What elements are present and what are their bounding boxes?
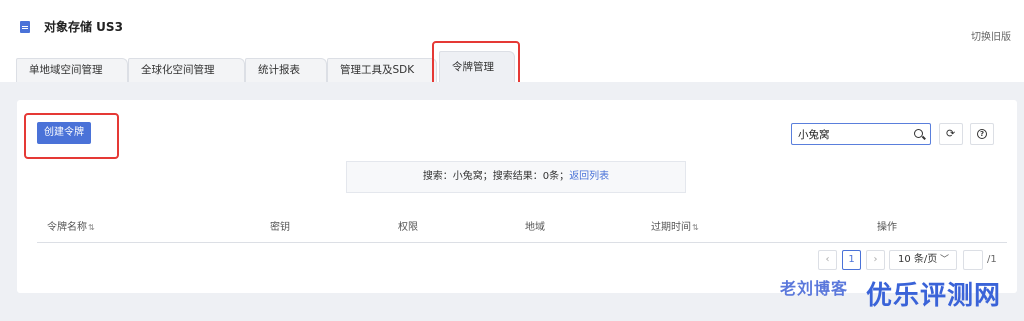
page-1-button[interactable]: 1 — [842, 250, 861, 270]
column-label: 令牌名称 — [47, 222, 87, 233]
search-input[interactable] — [798, 126, 908, 142]
table-header: 令牌名称⇅ 密钥 权限 地域 过期时间⇅ 操作 — [37, 212, 1007, 243]
refresh-icon: ⟳ — [946, 127, 956, 140]
search-result-text: 搜索：小兔窝；搜索结果：0条； — [422, 171, 570, 182]
tab-label: 管理工具及SDK — [340, 64, 415, 76]
highlight-box-tab — [432, 41, 520, 86]
column-header-key: 密钥 — [270, 222, 290, 233]
sort-icon[interactable]: ⇅ — [88, 223, 95, 232]
help-icon: ? — [977, 129, 987, 139]
tab-global[interactable]: 全球化空间管理 — [128, 58, 245, 82]
back-to-list-link[interactable]: 返回列表 — [569, 171, 609, 182]
tab-single-region[interactable]: 单地域空间管理 — [16, 58, 128, 82]
help-button[interactable]: ? — [970, 123, 994, 145]
column-label: 过期时间 — [651, 222, 691, 233]
watermark-right: 优乐评测网 — [866, 281, 1002, 311]
refresh-button[interactable]: ⟳ — [939, 123, 963, 145]
column-header-actions: 操作 — [877, 222, 897, 233]
chevron-down-icon: ﹀ — [939, 255, 949, 265]
tab-label: 统计报表 — [258, 64, 300, 76]
column-header-region: 地域 — [525, 222, 545, 233]
tab-tools-sdk[interactable]: 管理工具及SDK — [327, 58, 437, 82]
column-header-permission: 权限 — [398, 222, 418, 233]
tab-label: 全球化空间管理 — [141, 64, 215, 76]
watermark-left: 老刘博客 — [780, 279, 849, 298]
search-result-notice: 搜索：小兔窝；搜索结果：0条；返回列表 — [346, 161, 686, 193]
search-box[interactable] — [791, 123, 931, 145]
switch-old-version-link[interactable]: 切换旧版 — [971, 28, 1011, 43]
sort-icon[interactable]: ⇅ — [692, 223, 699, 232]
column-header-name[interactable]: 令牌名称⇅ — [47, 218, 95, 233]
next-page-button[interactable]: › — [866, 250, 885, 270]
search-icon[interactable] — [914, 129, 923, 138]
page-size-value: 10 条/页 — [898, 254, 938, 265]
prev-page-button[interactable]: ‹ — [818, 250, 837, 270]
page-total: /1 — [987, 254, 997, 265]
tab-label: 单地域空间管理 — [29, 64, 103, 76]
page-jump-input[interactable] — [963, 250, 983, 270]
column-header-expiry[interactable]: 过期时间⇅ — [651, 218, 699, 233]
app-title: 对象存储 US3 — [44, 20, 123, 34]
document-icon — [20, 21, 30, 33]
page-size-select[interactable]: 10 条/页 ﹀ — [889, 250, 957, 270]
tab-statistics[interactable]: 统计报表 — [245, 58, 327, 82]
highlight-box-create — [24, 113, 119, 159]
